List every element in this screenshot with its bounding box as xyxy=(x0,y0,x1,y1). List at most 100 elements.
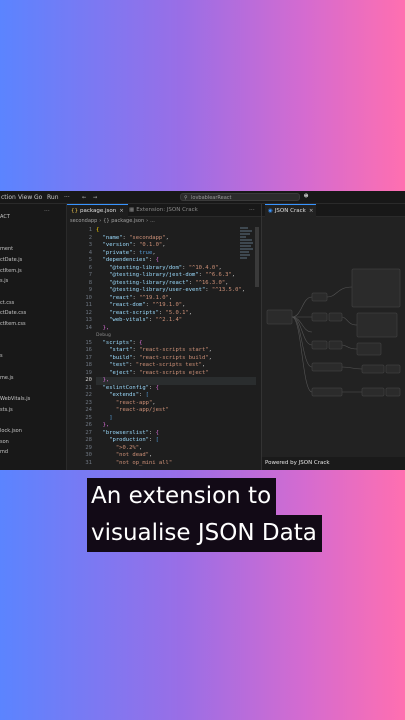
code-token: , xyxy=(182,302,186,308)
graph-node[interactable] xyxy=(328,340,343,350)
explorer-item[interactable]: WebVitals.js xyxy=(0,396,30,403)
graph-node[interactable] xyxy=(361,364,385,374)
graph-node[interactable] xyxy=(385,364,401,374)
code-token: , xyxy=(162,242,166,248)
graph-node[interactable] xyxy=(356,312,398,338)
explorer-item[interactable]: son xyxy=(0,439,9,446)
code-token: "@testing-library/react" xyxy=(96,279,189,286)
editor-scrollbar[interactable] xyxy=(255,227,259,287)
tab-package-json[interactable]: {} package.json × xyxy=(67,204,128,217)
explorer-item[interactable]: ctItem.css xyxy=(0,321,26,328)
explorer-item[interactable]: md xyxy=(0,449,8,456)
tab-extension-json-crack[interactable]: ▦ Extension: JSON Crack xyxy=(125,204,202,216)
explorer-item[interactable]: s.js xyxy=(0,278,8,285)
graph-node[interactable] xyxy=(311,292,328,302)
code-line: "react-scripts": "5.0.1", xyxy=(96,310,256,318)
line-number-gutter: 1 2 3 4 5 6 7 8 9 10 11 12 13 14 15 16 17 18 19 20 21 22 23 24 2… xyxy=(70,227,92,467)
explorer-item[interactable]: lock.json xyxy=(0,428,22,435)
graph-node[interactable] xyxy=(311,312,328,322)
code-line: ">0.2%", xyxy=(96,445,256,453)
graph-node[interactable] xyxy=(361,387,385,397)
line-number: 11 xyxy=(85,302,92,308)
code-token: "react-dom" xyxy=(96,302,146,308)
graph-node[interactable] xyxy=(328,312,343,322)
code-line: "private": true, xyxy=(96,250,256,258)
code-token: : xyxy=(148,429,156,436)
explorer-item[interactable]: ctDate.css xyxy=(0,310,26,317)
back-arrow-icon[interactable]: ← xyxy=(82,193,86,201)
graph-node[interactable] xyxy=(356,342,382,356)
line-number: 17 xyxy=(85,354,92,361)
menu-more[interactable]: ··· xyxy=(64,194,70,201)
code-line: "react-app", xyxy=(96,400,256,408)
account-icon[interactable]: ☻ xyxy=(304,192,308,200)
code-token: "@testing-library/dom" xyxy=(96,264,183,271)
code-token: "not dead" xyxy=(96,452,149,458)
graph-node[interactable] xyxy=(266,309,293,325)
explorer-more-icon[interactable]: ··· xyxy=(44,208,50,215)
explorer-item[interactable]: ctDate.js xyxy=(0,257,22,264)
line-number: 21 xyxy=(85,384,92,391)
breadcrumb-folder[interactable]: secondapp xyxy=(70,218,97,224)
line-number: 13 xyxy=(85,317,92,323)
menu-view[interactable]: View xyxy=(18,194,32,201)
code-area[interactable]: { "name": "secondapp", "version": "0.1.0… xyxy=(96,227,256,467)
code-token: "react-scripts test" xyxy=(135,362,202,368)
menu-run[interactable]: Run xyxy=(47,194,59,201)
code-line: "web-vitals": "^2.1.4" xyxy=(96,317,256,325)
code-token: "private" xyxy=(96,249,133,256)
debug-codelens[interactable]: Debug xyxy=(96,333,111,338)
minimap[interactable] xyxy=(240,227,254,267)
forward-arrow-icon[interactable]: → xyxy=(93,193,97,201)
tab-json-crack[interactable]: ◉ JSON Crack × xyxy=(265,204,317,217)
close-icon[interactable]: × xyxy=(309,208,314,214)
explorer-item[interactable]: ctItem.js xyxy=(0,268,22,275)
code-token: "dependencies" xyxy=(96,257,149,263)
code-token: "^6.6.3" xyxy=(205,272,232,278)
graph-node[interactable] xyxy=(311,387,343,397)
json-file-icon: {} xyxy=(71,208,78,214)
line-number: 1 xyxy=(88,227,92,233)
code-token: "not op_mini all" xyxy=(96,459,173,466)
code-token: "^2.1.4" xyxy=(155,317,183,323)
explorer-item[interactable]: s xyxy=(0,353,3,360)
code-token: "@testing-library/user-event" xyxy=(96,287,206,293)
graph-node[interactable] xyxy=(385,387,401,397)
code-line: "not dead", xyxy=(96,452,256,460)
code-token: , xyxy=(201,362,206,368)
explorer-item[interactable]: me.js xyxy=(0,375,14,382)
json-graph-canvas[interactable] xyxy=(262,217,405,457)
line-number: 14 xyxy=(85,324,92,331)
code-token: : xyxy=(182,264,189,271)
explorer-item[interactable]: ACT xyxy=(0,214,10,221)
powered-by-badge[interactable]: Powered by JSON Crack xyxy=(262,457,405,470)
code-token: { xyxy=(96,227,100,233)
line-number: 3 xyxy=(88,242,92,248)
breadcrumb-file[interactable]: {} package.json xyxy=(103,218,144,224)
code-token: "^19.1.0" xyxy=(139,294,169,301)
code-token: , xyxy=(231,272,236,278)
code-token: , xyxy=(152,249,156,256)
explorer-item[interactable]: sts.js xyxy=(0,407,13,414)
close-icon[interactable]: × xyxy=(119,208,124,214)
code-token: }, xyxy=(96,324,110,331)
explorer-item[interactable]: ment xyxy=(0,246,13,253)
line-number: 10 xyxy=(85,294,92,301)
breadcrumb-symbol[interactable]: ... xyxy=(150,218,155,224)
menu-selection[interactable]: ction xyxy=(1,194,16,201)
code-token: "react" xyxy=(96,294,133,301)
graph-node[interactable] xyxy=(311,340,328,350)
code-line: }, xyxy=(96,377,256,385)
explorer-item[interactable]: ct.css xyxy=(0,300,14,307)
editor-more-icon[interactable]: ··· xyxy=(249,207,255,214)
graph-node[interactable] xyxy=(351,268,401,308)
code-token: ] xyxy=(96,414,113,421)
graph-node[interactable] xyxy=(311,362,343,372)
code-token: "production" xyxy=(96,437,149,443)
menu-go[interactable]: Go xyxy=(34,194,42,201)
code-token: "build" xyxy=(96,354,133,361)
code-line: "version": "0.1.0", xyxy=(96,242,256,250)
command-center-search[interactable]: ⚲ lovbablearReact xyxy=(180,193,300,201)
code-token: "0.1.0" xyxy=(139,242,163,248)
code-token: "react-scripts" xyxy=(96,309,159,316)
